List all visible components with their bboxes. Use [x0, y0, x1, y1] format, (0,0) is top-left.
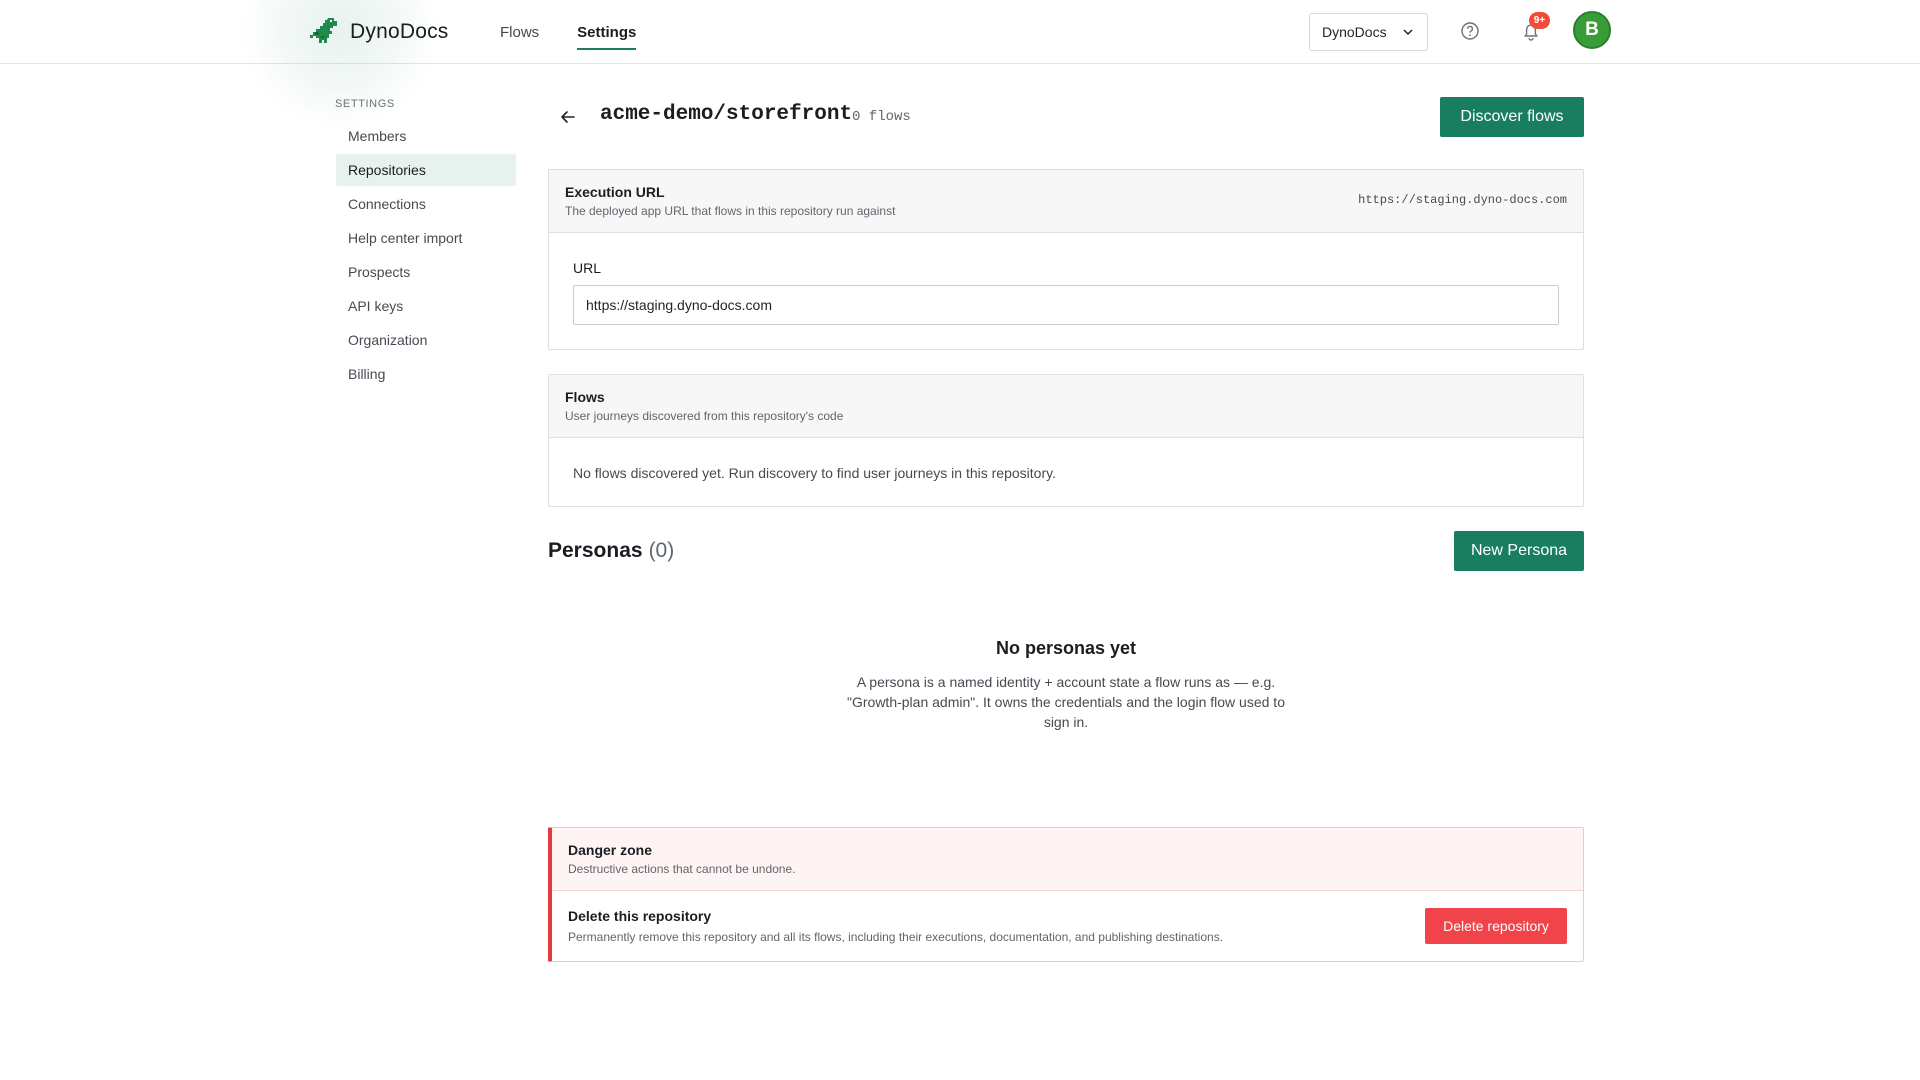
sidebar-item-api-keys[interactable]: API keys — [336, 290, 516, 322]
avatar[interactable]: B — [1573, 11, 1611, 49]
flows-empty-text: No flows discovered yet. Run discovery t… — [573, 465, 1056, 481]
execution-url-card: Execution URL The deployed app URL that … — [548, 169, 1584, 350]
chevron-down-icon — [1403, 29, 1413, 36]
execution-url-current: https://staging.dyno-docs.com — [1358, 193, 1567, 207]
nav-flows[interactable]: Flows — [500, 0, 539, 64]
danger-zone-subtitle: Destructive actions that cannot be undon… — [568, 862, 796, 876]
danger-zone-header: Danger zone Destructive actions that can… — [552, 828, 1583, 891]
delete-repo-description: Permanently remove this repository and a… — [568, 930, 1224, 944]
org-selector[interactable]: DynoDocs — [1309, 13, 1428, 51]
new-persona-button[interactable]: New Persona — [1454, 531, 1584, 571]
flows-title: Flows — [565, 389, 605, 405]
personas-empty-title: No personas yet — [995, 638, 1137, 658]
execution-url-header: Execution URL The deployed app URL that … — [549, 170, 1583, 233]
notification-badge: 9+ — [1529, 12, 1550, 29]
sidebar-heading: SETTINGS — [335, 98, 395, 110]
flows-card: Flows User journeys discovered from this… — [548, 374, 1584, 507]
sidebar-item-billing[interactable]: Billing — [336, 358, 516, 390]
nav-settings[interactable]: Settings — [577, 0, 637, 64]
repo-title: acme-demo/storefront — [600, 103, 853, 126]
sidebar-item-organization[interactable]: Organization — [336, 324, 516, 356]
arrow-left-icon[interactable] — [558, 107, 578, 127]
main-nav: Flows Settings — [500, 0, 637, 64]
personas-count: (0) — [648, 539, 675, 562]
help-icon[interactable] — [1460, 21, 1480, 41]
flows-subtitle: User journeys discovered from this repos… — [565, 409, 844, 423]
url-field-label: URL — [573, 260, 602, 276]
delete-repository-button[interactable]: Delete repository — [1425, 908, 1567, 944]
personas-empty-description: A persona is a named identity + account … — [847, 674, 1285, 730]
personas-title: Personas — [548, 539, 643, 562]
sidebar-item-connections[interactable]: Connections — [336, 188, 516, 220]
danger-zone-title: Danger zone — [568, 842, 653, 858]
flows-header: Flows User journeys discovered from this… — [549, 375, 1583, 438]
sidebar-item-repositories[interactable]: Repositories — [336, 154, 516, 186]
sidebar-item-help-center-import[interactable]: Help center import — [336, 222, 516, 254]
delete-repo-title: Delete this repository — [568, 908, 712, 924]
repo-flow-count: 0 flows — [852, 109, 911, 125]
dinosaur-logo-icon — [310, 18, 337, 43]
sidebar-item-prospects[interactable]: Prospects — [336, 256, 516, 288]
url-input[interactable] — [573, 285, 1559, 325]
top-bar: DynoDocs Flows Settings DynoDocs 9+ B — [0, 0, 1920, 130]
org-selector-label: DynoDocs — [1322, 24, 1387, 40]
brand[interactable]: DynoDocs — [306, 14, 448, 50]
sidebar-item-members[interactable]: Members — [336, 120, 516, 152]
personas-heading: Personas (0) — [548, 539, 674, 563]
sidebar: Members Repositories Connections Help ce… — [336, 120, 516, 392]
brand-name: DynoDocs — [350, 20, 449, 43]
danger-zone-card: Danger zone Destructive actions that can… — [548, 827, 1584, 962]
discover-flows-button[interactable]: Discover flows — [1440, 97, 1584, 137]
